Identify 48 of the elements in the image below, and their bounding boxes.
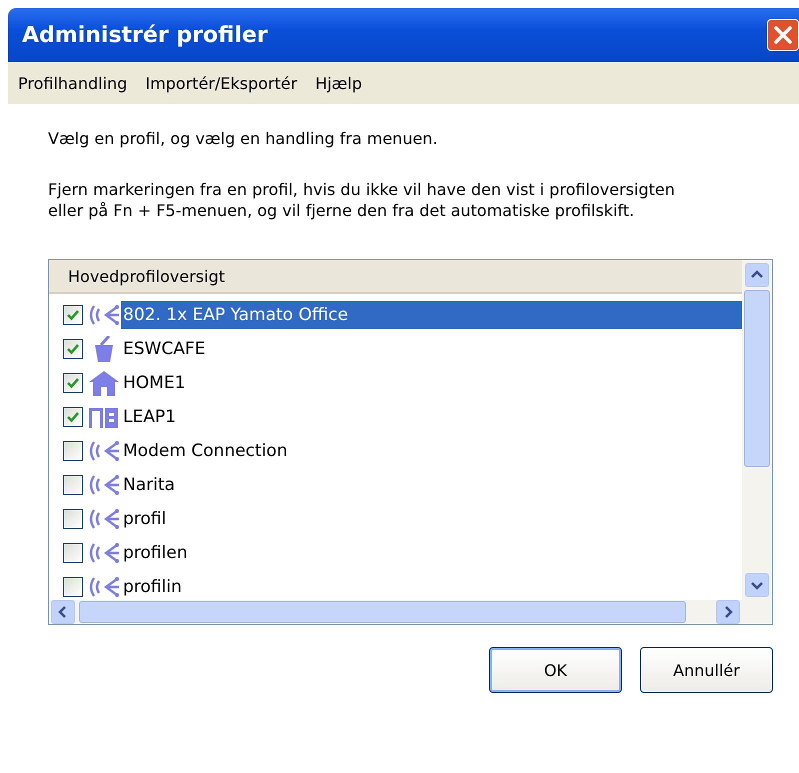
scroll-left-icon[interactable] [51,600,75,624]
column-header[interactable]: Hovedprofiloversigt [49,260,742,294]
profile-name[interactable]: HOME1 [121,369,742,397]
checkmark-icon [66,410,80,424]
wireless-icon [87,473,121,497]
scroll-up-icon[interactable] [745,263,769,287]
wireless-icon [87,541,121,565]
horizontal-scrollbar[interactable] [49,600,742,624]
vertical-scrollbar[interactable] [742,260,772,624]
profile-name[interactable]: ESWCAFE [121,335,742,363]
checkmark-icon [66,376,80,390]
profile-name[interactable]: profilin [121,573,742,600]
cancel-button[interactable]: Annullér [640,647,773,693]
menu-item[interactable]: Importér/Eksportér [141,72,306,94]
scroll-thumb[interactable] [79,601,686,623]
profile-name[interactable]: profilen [121,539,742,567]
wireless-icon [87,303,121,327]
profile-name[interactable]: Narita [121,471,742,499]
checkbox[interactable] [63,373,83,393]
wireless-icon [87,575,121,599]
instruction-text: Vælg en profil, og vælg en handling fra menuen. [48,128,439,149]
checkbox[interactable] [63,407,83,427]
checkbox[interactable] [63,339,83,359]
checkbox[interactable] [63,509,83,529]
checkmark-icon [66,308,80,322]
checkbox[interactable] [63,305,83,325]
close-icon [772,24,794,46]
profile-name[interactable]: profil [121,505,742,533]
scroll-thumb[interactable] [744,290,770,467]
close-button[interactable] [767,19,799,51]
checkbox[interactable] [63,543,83,563]
profile-name[interactable]: Modem Connection [121,437,742,465]
checkbox[interactable] [63,475,83,495]
wireless-icon [87,439,121,463]
house-icon [87,370,121,396]
ok-button[interactable]: OK [489,647,622,693]
profile-name[interactable]: 802. 1x EAP Yamato Office [121,301,742,329]
checkbox[interactable] [63,577,83,597]
menu-item[interactable]: Profilhandling [14,72,136,94]
instruction-text: Fjern markeringen fra en profil, hvis du ikke vil have den vist i profiloversigten eller på Fn + F5-menuen, og vil fjerne den fra det automatiske profilskift. [48,179,676,221]
menu-item[interactable]: Hjælp [311,72,370,94]
profile-name[interactable]: LEAP1 [121,403,742,431]
scroll-down-icon[interactable] [745,573,769,597]
window-title: Administrér profiler [22,22,268,48]
checkmark-icon [66,342,80,356]
checkbox[interactable] [63,441,83,461]
scroll-right-icon[interactable] [716,600,740,624]
wireless-icon [87,507,121,531]
